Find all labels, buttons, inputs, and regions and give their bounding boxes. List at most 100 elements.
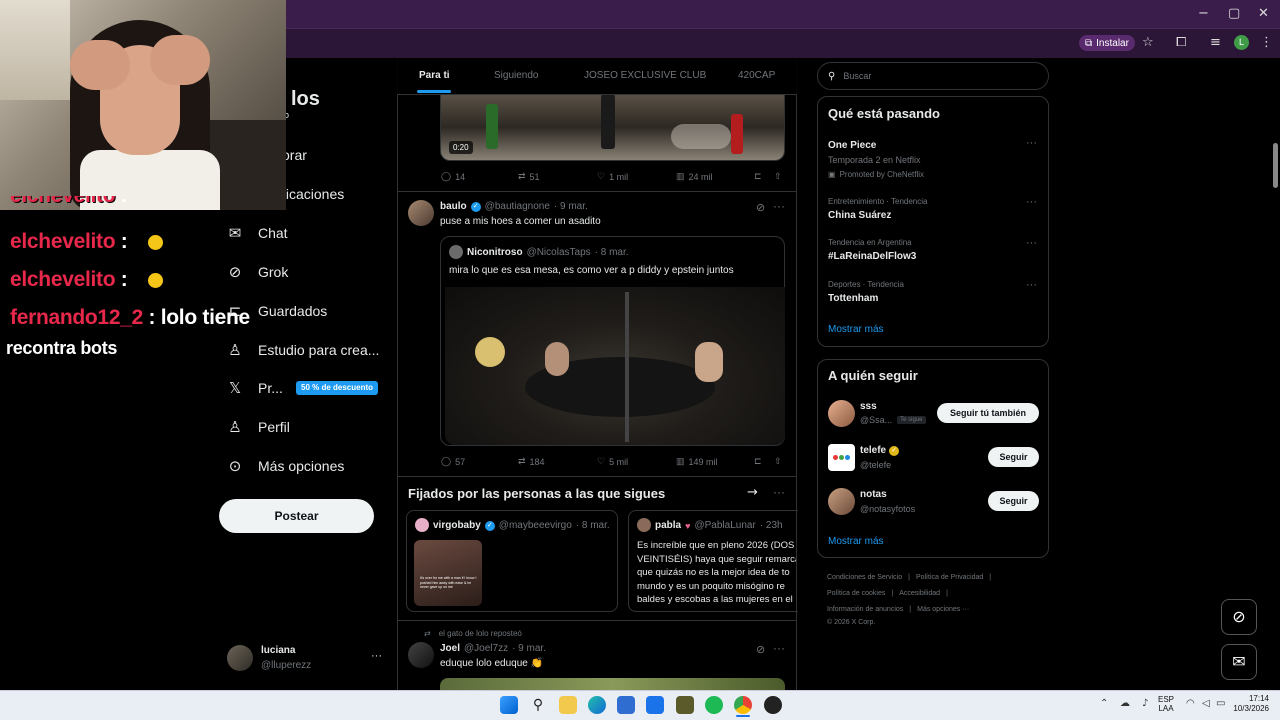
more-icon[interactable]: ··· bbox=[1026, 196, 1037, 208]
profile-avatar[interactable]: L bbox=[1234, 35, 1249, 50]
avatar[interactable] bbox=[828, 400, 855, 427]
nav-profile[interactable]: ♙ Perfil bbox=[226, 414, 290, 440]
nav-more-options[interactable]: ⊙ Más opciones bbox=[226, 453, 345, 479]
avatar[interactable] bbox=[408, 642, 434, 668]
trend-name[interactable]: China Suárez bbox=[828, 210, 891, 221]
avatar[interactable] bbox=[408, 200, 434, 226]
video-thumbnail[interactable] bbox=[440, 94, 785, 161]
nav-premium[interactable]: 𝕏 Pr... bbox=[226, 375, 283, 401]
extensions-icon[interactable]: ⧠ bbox=[1176, 35, 1186, 50]
file-explorer-icon[interactable] bbox=[559, 696, 577, 714]
pinned-thumbnail[interactable]: it's over for me with a man if I know I … bbox=[414, 540, 482, 606]
more-icon[interactable]: ··· bbox=[773, 485, 785, 499]
reply-action[interactable]: ◯ 14 bbox=[441, 171, 465, 182]
footer-link[interactable]: Información de anuncios bbox=[827, 606, 903, 613]
follow-name[interactable]: sss bbox=[860, 401, 877, 412]
author-name[interactable]: Joel bbox=[440, 643, 460, 654]
bookmark-icon[interactable]: ⊏ bbox=[754, 171, 762, 182]
footer-link[interactable]: Accesibilidad bbox=[899, 590, 940, 597]
reading-list-icon[interactable]: ≡ bbox=[1210, 35, 1221, 50]
views-action[interactable]: ▥ 24 mil bbox=[676, 171, 713, 182]
nav-creator-studio[interactable]: ♙ Estudio para crea... bbox=[226, 337, 379, 363]
taskbar-search-icon[interactable]: ⚲ bbox=[529, 696, 547, 714]
post-image[interactable] bbox=[440, 678, 785, 690]
share-icon[interactable]: ⇧ bbox=[774, 171, 782, 182]
account-handle[interactable]: @lluperezz bbox=[261, 660, 311, 671]
more-icon[interactable]: ··· bbox=[773, 199, 785, 213]
author-handle[interactable]: @bautiagnone bbox=[485, 201, 550, 212]
footer-link[interactable]: Condiciones de Servicio bbox=[827, 574, 902, 581]
windows-start-icon[interactable] bbox=[500, 696, 518, 714]
clock[interactable]: 17:14 10/3/2026 bbox=[1225, 694, 1269, 714]
outlook-icon[interactable] bbox=[646, 696, 664, 714]
more-icon[interactable]: ··· bbox=[1026, 237, 1037, 249]
chrome-icon[interactable] bbox=[734, 696, 752, 714]
edge-icon[interactable] bbox=[588, 696, 606, 714]
wifi-icon[interactable]: ◠ bbox=[1186, 698, 1195, 709]
store-icon[interactable] bbox=[617, 696, 635, 714]
spotify-icon[interactable] bbox=[705, 696, 723, 714]
account-avatar[interactable] bbox=[227, 645, 253, 671]
app-icon[interactable] bbox=[676, 696, 694, 714]
grok-icon[interactable]: ⊘ bbox=[756, 201, 765, 214]
follow-back-button[interactable]: Seguir tú también bbox=[937, 403, 1039, 423]
footer-link[interactable]: Política de Privacidad bbox=[916, 574, 983, 581]
like-action[interactable]: ♡ 5 mil bbox=[597, 456, 628, 467]
views-action[interactable]: ▥ 149 mil bbox=[676, 456, 718, 467]
author-handle[interactable]: @Joel7zz bbox=[464, 643, 508, 654]
repost-action[interactable]: ⇄ 184 bbox=[518, 456, 545, 467]
show-more-trends-link[interactable]: Mostrar más bbox=[828, 324, 884, 335]
reply-action[interactable]: ◯ 57 bbox=[441, 456, 465, 467]
close-window-button[interactable]: ✕ bbox=[1258, 6, 1269, 21]
bookmark-icon[interactable]: ⊏ bbox=[754, 456, 762, 467]
volume-icon[interactable]: ◁ bbox=[1202, 698, 1210, 709]
chevron-up-icon[interactable]: ⌃ bbox=[1100, 698, 1108, 709]
more-icon[interactable]: ··· bbox=[1026, 279, 1037, 291]
like-action[interactable]: ♡ 1 mil bbox=[597, 171, 628, 182]
post-button[interactable]: Postear bbox=[219, 499, 374, 533]
more-icon[interactable]: ··· bbox=[773, 641, 785, 655]
nav-chat[interactable]: ✉ Chat bbox=[226, 220, 288, 246]
quote-image[interactable] bbox=[445, 287, 785, 445]
tab-para-ti[interactable]: Para ti bbox=[419, 70, 450, 81]
avatar[interactable] bbox=[828, 488, 855, 515]
follow-button[interactable]: Seguir bbox=[988, 491, 1039, 511]
post-time[interactable]: · 9 mar. bbox=[512, 643, 546, 654]
follow-name[interactable]: notas bbox=[860, 489, 887, 500]
tab-420cap[interactable]: 420CAP bbox=[738, 70, 775, 81]
account-menu-icon[interactable]: ··· bbox=[371, 650, 382, 662]
more-icon[interactable]: ··· bbox=[1026, 137, 1037, 149]
arrow-right-icon[interactable]: → bbox=[747, 485, 758, 500]
trend-name[interactable]: Tottenham bbox=[828, 293, 878, 304]
telefe-logo[interactable] bbox=[828, 444, 855, 471]
maximize-button[interactable]: ▢ bbox=[1228, 6, 1240, 21]
author-name[interactable]: baulo bbox=[440, 201, 467, 212]
minimize-button[interactable]: − bbox=[1198, 6, 1209, 21]
post-time[interactable]: · 9 mar. bbox=[554, 201, 588, 212]
bookmark-star-icon[interactable]: ☆ bbox=[1142, 35, 1154, 50]
trend-name[interactable]: #LaReinaDelFlow3 bbox=[828, 251, 916, 262]
repost-action[interactable]: ⇄ 51 bbox=[518, 171, 540, 182]
tab-siguiendo[interactable]: Siguiendo bbox=[494, 70, 538, 81]
grok-icon[interactable]: ⊘ bbox=[756, 643, 765, 656]
footer-link[interactable]: Política de cookies bbox=[827, 590, 885, 597]
browser-menu-icon[interactable]: ⋮ bbox=[1260, 35, 1273, 50]
install-app-button[interactable]: ⧉ Instalar bbox=[1079, 35, 1135, 51]
messages-fab-icon[interactable]: ✉ bbox=[1221, 644, 1257, 680]
language-indicator[interactable]: ESP LAA bbox=[1158, 695, 1174, 713]
footer-more-link[interactable]: Más opciones ··· bbox=[917, 606, 969, 613]
microphone-icon[interactable]: ♪ bbox=[1142, 698, 1148, 709]
network-cloud-icon[interactable]: ☁ bbox=[1120, 698, 1130, 709]
repost-context[interactable]: ⇄ el gato de lolo reposteó bbox=[424, 629, 522, 638]
account-name[interactable]: luciana bbox=[261, 645, 295, 656]
search-box[interactable]: ⚲ Buscar bbox=[817, 62, 1049, 90]
follow-button[interactable]: Seguir bbox=[988, 447, 1039, 467]
share-icon[interactable]: ⇧ bbox=[774, 456, 782, 467]
show-more-follow-link[interactable]: Mostrar más bbox=[828, 536, 884, 547]
nav-grok[interactable]: ⊘ Grok bbox=[226, 259, 289, 285]
tab-joseo-exclusive-club[interactable]: JOSEO EXCLUSIVE CLUB bbox=[584, 70, 706, 81]
obs-icon[interactable] bbox=[764, 696, 782, 714]
trend-name[interactable]: One Piece bbox=[828, 140, 876, 151]
follow-name[interactable]: telefe bbox=[860, 445, 886, 456]
grok-fab-icon[interactable]: ⊘ bbox=[1221, 599, 1257, 635]
